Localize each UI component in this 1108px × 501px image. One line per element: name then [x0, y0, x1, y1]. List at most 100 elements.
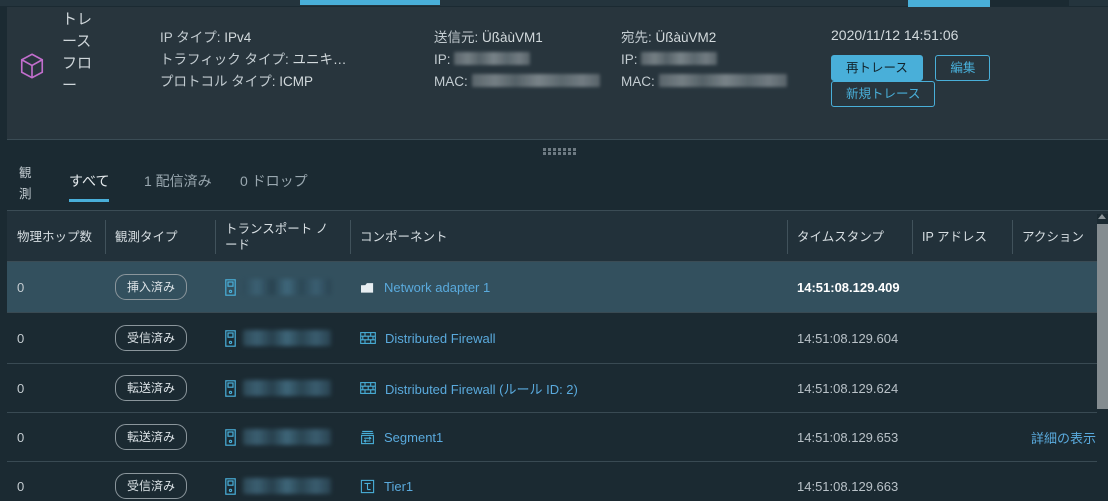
cell-hops: 0 — [17, 478, 25, 494]
cell-transport-node — [215, 413, 350, 461]
cell-observation-type: 転送済み — [105, 413, 215, 461]
transport-node-redacted — [243, 279, 331, 295]
cell-component: Tier1 — [350, 462, 795, 501]
transport-node-icon — [225, 329, 236, 347]
segment-icon — [360, 430, 375, 445]
cell-timestamp: 14:51:08.129.624 — [787, 364, 912, 412]
column-header-transport-node[interactable]: トランスポート ノード — [215, 211, 350, 263]
action-link[interactable]: 詳細の表示 — [1031, 428, 1096, 447]
timestamp-value: 14:51:08.129.663 — [797, 478, 899, 494]
destination-info: 宛先: ÜßàùVM2 IP: MAC: — [621, 27, 787, 93]
scroll-up-caret-icon[interactable] — [1098, 214, 1106, 219]
cell-component: Segment1 — [350, 413, 795, 461]
tier1-icon — [360, 479, 375, 494]
destination-mac-row: MAC: — [621, 71, 787, 93]
observation-label: 観測 — [19, 166, 32, 201]
cell-hops: 0 — [17, 330, 25, 346]
column-header-ip-address[interactable]: IP アドレス — [912, 211, 1012, 263]
cell-action — [1012, 462, 1108, 501]
table-vertical-scrollbar[interactable] — [1097, 214, 1108, 501]
transport-node-redacted — [243, 429, 331, 445]
observations-table: 物理ホップ数 観測タイプ トランスポート ノード コンポーネント タイムスタンプ… — [7, 210, 1108, 501]
source-info: 送信元: ÜßàùVM1 IP: MAC: — [434, 27, 600, 93]
cell-timestamp: 14:51:08.129.409 — [787, 262, 912, 312]
destination-label: 宛先: — [621, 30, 652, 45]
cell-action — [1012, 313, 1108, 363]
table-row[interactable]: 0 受信済み — [7, 462, 1108, 501]
cell-timestamp: 14:51:08.129.663 — [787, 462, 912, 501]
cell-timestamp: 14:51:08.129.653 — [787, 413, 912, 461]
column-header-observation-type[interactable]: 観測タイプ — [105, 211, 215, 263]
cell-observation-type: 受信済み — [105, 462, 215, 501]
column-header-timestamp[interactable]: タイムスタンプ — [787, 211, 912, 263]
status-badge: 転送済み — [115, 375, 188, 401]
scrollbar-thumb[interactable] — [1097, 224, 1108, 409]
cell-ip-address — [912, 462, 1012, 501]
trace-timestamp: 2020/11/12 14:51:06 — [831, 27, 959, 43]
cell-action — [1012, 262, 1108, 312]
transport-node-redacted — [243, 478, 331, 494]
source-ip-label: IP: — [434, 52, 451, 67]
tab-all[interactable]: すべて — [69, 171, 110, 202]
protocol-type-value: ICMP — [279, 74, 314, 89]
tab-dropped[interactable]: 0 ドロップ — [240, 171, 308, 199]
table-header-row: 物理ホップ数 観測タイプ トランスポート ノード コンポーネント タイムスタンプ… — [7, 210, 1108, 262]
cell-hops: 0 — [17, 279, 25, 295]
column-header-hops[interactable]: 物理ホップ数 — [7, 211, 105, 263]
tab-delivered[interactable]: 1 配信済み — [144, 171, 212, 199]
cell-transport-node — [215, 364, 350, 412]
component-link[interactable]: Tier1 — [384, 479, 413, 494]
observation-tabs-row: 観測 すべて 1 配信済み 0 ドロップ — [7, 155, 1108, 210]
table-row[interactable]: 0 転送済み — [7, 413, 1108, 462]
transport-node-redacted — [243, 330, 331, 346]
component-link[interactable]: Network adapter 1 — [384, 280, 490, 295]
component-link[interactable]: Distributed Firewall — [385, 331, 496, 346]
cell-component: Distributed Firewall — [350, 313, 795, 363]
page-title: トレースフロー — [62, 11, 93, 94]
source-label: 送信元: — [434, 30, 479, 45]
status-badge: 受信済み — [115, 473, 188, 499]
cell-transport-node — [215, 462, 350, 501]
table-row[interactable]: 0 受信済み — [7, 313, 1108, 364]
traceflow-summary-header: トレースフロー IP タイプ: IPv4 トラフィック タイプ: ユニキ… プロ… — [7, 7, 1108, 140]
cell-observation-type: 転送済み — [105, 364, 215, 412]
destination-name-row: 宛先: ÜßàùVM2 — [621, 27, 787, 49]
component-link[interactable]: Distributed Firewall (ルール ID: 2) — [385, 379, 578, 398]
drag-handle-icon[interactable] — [543, 148, 583, 155]
source-name-row: 送信元: ÜßàùVM1 — [434, 27, 600, 49]
component-link[interactable]: Segment1 — [384, 430, 443, 445]
traffic-type-label: トラフィック タイプ: — [160, 52, 289, 67]
traceflow-properties: IP タイプ: IPv4 トラフィック タイプ: ユニキ… プロトコル タイプ:… — [160, 27, 347, 93]
cell-hops: 0 — [17, 429, 25, 445]
top-button-secondary-partial[interactable] — [989, 0, 1069, 7]
active-tab-indicator — [300, 0, 440, 5]
transport-node-icon — [225, 379, 236, 397]
cell-timestamp: 14:51:08.129.604 — [787, 313, 912, 363]
status-badge: 転送済み — [115, 424, 188, 450]
ip-type-row: IP タイプ: IPv4 — [160, 27, 347, 49]
transport-node-icon — [225, 278, 236, 296]
cell-transport-node — [215, 313, 350, 363]
cell-ip-address — [912, 364, 1012, 412]
timestamp-value: 14:51:08.129.653 — [797, 429, 899, 445]
column-header-action[interactable]: アクション — [1012, 211, 1108, 263]
cell-ip-address — [912, 413, 1012, 461]
source-ip-row: IP: — [434, 49, 600, 71]
table-row[interactable]: 0 転送済み — [7, 364, 1108, 413]
destination-mac-label: MAC: — [621, 74, 655, 89]
header-actions: 再トレース 編集 新規トレース — [831, 55, 1108, 107]
source-ip-redacted — [454, 52, 531, 65]
cell-component: Distributed Firewall (ルール ID: 2) — [350, 364, 795, 412]
left-rail — [0, 6, 7, 501]
cell-ip-address — [912, 262, 1012, 312]
edit-button[interactable]: 編集 — [935, 55, 991, 81]
destination-ip-redacted — [641, 52, 718, 65]
transport-node-icon — [225, 428, 236, 446]
traffic-type-row: トラフィック タイプ: ユニキ… — [160, 49, 347, 71]
top-button-group-partial[interactable] — [908, 0, 1069, 7]
column-header-component[interactable]: コンポーネント — [350, 211, 795, 263]
cell-action: 詳細の表示 — [1012, 413, 1108, 461]
retrace-button[interactable]: 再トレース — [831, 55, 923, 81]
table-row[interactable]: 0 挿入済み Network adapter 1 14:51:08.129.40… — [7, 262, 1108, 313]
new-trace-button[interactable]: 新規トレース — [831, 81, 936, 107]
